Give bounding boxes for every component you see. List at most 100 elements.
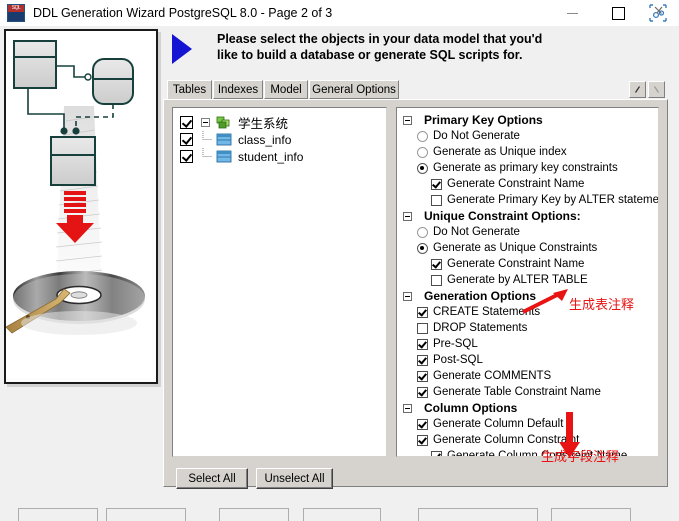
sql-document-icon: SQL	[7, 4, 25, 22]
tree-item-model[interactable]: 学生系统	[173, 114, 386, 131]
option-group-label: Unique Constraint Options:	[424, 209, 581, 223]
option-label: DROP Statements	[433, 322, 528, 334]
option-label: Generate Primary Key by ALTER statement	[447, 194, 659, 206]
tree-item-label: class_info	[238, 132, 292, 147]
option-checkbox[interactable]	[431, 450, 442, 456]
tree-item-class-info[interactable]: class_info	[173, 131, 386, 148]
option-label: Generate by ALTER TABLE	[447, 274, 588, 286]
option-label: Generate COMMENTS	[433, 370, 552, 382]
option-generate-column-default[interactable]: Generate Column Default	[397, 416, 658, 432]
snipping-tool-icon	[649, 4, 667, 22]
option-radio[interactable]	[417, 242, 428, 254]
option-group-unique-constraint-options[interactable]: Unique Constraint Options:	[397, 208, 658, 224]
tree-checkbox[interactable]	[180, 133, 193, 146]
tab-label: Tables	[172, 84, 207, 96]
option-group-primary-key-options[interactable]: Primary Key Options	[397, 112, 658, 128]
wizard-header: Please select the objects in your data m…	[160, 28, 679, 72]
table-icon	[216, 150, 232, 163]
option-checkbox[interactable]	[417, 418, 428, 430]
option-checkbox[interactable]	[417, 306, 428, 318]
minimize-icon	[566, 12, 578, 14]
option-radio[interactable]	[417, 146, 428, 158]
tab-indexes[interactable]: Indexes	[213, 80, 263, 99]
option-checkbox[interactable]	[431, 274, 442, 286]
option-checkbox[interactable]	[417, 434, 428, 446]
tab-scroll-right-button[interactable]	[648, 81, 665, 98]
option-generate-as-unique-constraints[interactable]: Generate as Unique Constraints	[397, 240, 658, 256]
group-collapse-icon[interactable]	[403, 115, 412, 125]
select-all-button[interactable]: Select All	[176, 468, 248, 489]
tab-model[interactable]: Model	[264, 80, 308, 99]
object-tree-list[interactable]: 学生系统 class_info student_info	[172, 107, 387, 457]
tab-label: Indexes	[217, 83, 259, 96]
wizard-nav-button-2[interactable]	[106, 508, 186, 521]
snipping-tool-button[interactable]	[641, 0, 675, 26]
option-label: Generate Constraint Name	[447, 258, 585, 270]
scroll-right-icon	[654, 86, 659, 93]
tree-connector-line-icon	[202, 131, 212, 140]
wizard-nav-button-4[interactable]	[303, 508, 381, 521]
option-drop-statements[interactable]: DROP Statements	[397, 320, 658, 336]
unselect-all-button[interactable]: Unselect All	[256, 468, 333, 489]
option-generate-by-alter-table[interactable]: Generate by ALTER TABLE	[397, 272, 658, 288]
minimize-button[interactable]	[549, 0, 595, 26]
option-pre-sql[interactable]: Pre-SQL	[397, 336, 658, 352]
instruction-line-2: like to build a database or generate SQL…	[217, 48, 523, 62]
option-checkbox[interactable]	[417, 386, 428, 398]
option-group-label: Column Options	[424, 401, 518, 415]
option-group-column-options[interactable]: Column Options	[397, 400, 658, 416]
option-generate-constraint-name[interactable]: Generate Constraint Name	[397, 176, 658, 192]
option-checkbox[interactable]	[417, 370, 428, 382]
option-generate-comments[interactable]: Generate COMMENTS	[397, 368, 658, 384]
wizard-nav-button-1[interactable]	[18, 508, 98, 521]
red-arrow-up-right-icon	[522, 289, 568, 314]
tree-item-student-info[interactable]: student_info	[173, 148, 386, 165]
option-do-not-generate[interactable]: Do Not Generate	[397, 224, 658, 240]
select-all-label: Select All	[188, 472, 236, 485]
tree-expander-icon[interactable]	[201, 118, 210, 127]
option-checkbox[interactable]	[417, 338, 428, 350]
wizard-instruction-text: Please select the objects in your data m…	[217, 31, 667, 63]
generation-options-list[interactable]: Primary Key Options Do Not Generate Genera…	[396, 107, 659, 457]
group-collapse-icon[interactable]	[403, 403, 412, 413]
option-post-sql[interactable]: Post-SQL	[397, 352, 658, 368]
option-radio[interactable]	[417, 130, 428, 142]
wizard-nav-button-6[interactable]	[551, 508, 631, 521]
scroll-left-icon	[635, 86, 640, 93]
group-collapse-icon[interactable]	[403, 211, 412, 221]
option-checkbox[interactable]	[417, 354, 428, 366]
ddl-generation-wizard-window: SQL DDL Generation Wizard PostgreSQL 8.0…	[0, 0, 679, 521]
wizard-nav-button-3[interactable]	[219, 508, 289, 521]
tab-scroll-left-button[interactable]	[629, 81, 646, 98]
instruction-line-1: Please select the objects in your data m…	[217, 32, 543, 46]
option-generate-as-primary-key-constraints[interactable]: Generate as primary key constraints	[397, 160, 658, 176]
wizard-illustration	[4, 29, 158, 384]
option-checkbox[interactable]	[431, 178, 442, 190]
unselect-all-label: Unselect All	[264, 472, 325, 485]
title-bar: SQL DDL Generation Wizard PostgreSQL 8.0…	[0, 0, 679, 26]
tab-tables[interactable]: Tables	[167, 80, 212, 100]
tab-label: Model	[270, 83, 302, 96]
option-generate-table-constraint-name[interactable]: Generate Table Constraint Name	[397, 384, 658, 400]
option-checkbox[interactable]	[431, 258, 442, 270]
annotation-table-comments: 生成表注释	[569, 298, 635, 313]
option-generate-constraint-name[interactable]: Generate Constraint Name	[397, 256, 658, 272]
tab-label: General Options	[312, 83, 396, 96]
option-label: Generate Column Default	[433, 418, 564, 430]
group-collapse-icon[interactable]	[403, 291, 412, 301]
wizard-nav-button-5[interactable]	[418, 508, 538, 521]
option-label: Do Not Generate	[433, 130, 520, 142]
option-checkbox[interactable]	[431, 194, 442, 206]
option-checkbox[interactable]	[417, 322, 428, 334]
option-radio[interactable]	[417, 162, 428, 174]
tree-checkbox[interactable]	[180, 116, 193, 129]
tab-general-options[interactable]: General Options	[309, 80, 399, 99]
blue-play-triangle-icon	[172, 34, 192, 64]
option-do-not-generate[interactable]: Do Not Generate	[397, 128, 658, 144]
option-generate-as-unique-index[interactable]: Generate as Unique index	[397, 144, 658, 160]
option-radio[interactable]	[417, 226, 428, 238]
maximize-button[interactable]	[595, 0, 641, 26]
option-generate-primary-key-by-alter-statement[interactable]: Generate Primary Key by ALTER statement	[397, 192, 658, 208]
tree-item-label: 学生系统	[238, 117, 289, 131]
tree-checkbox[interactable]	[180, 150, 193, 163]
